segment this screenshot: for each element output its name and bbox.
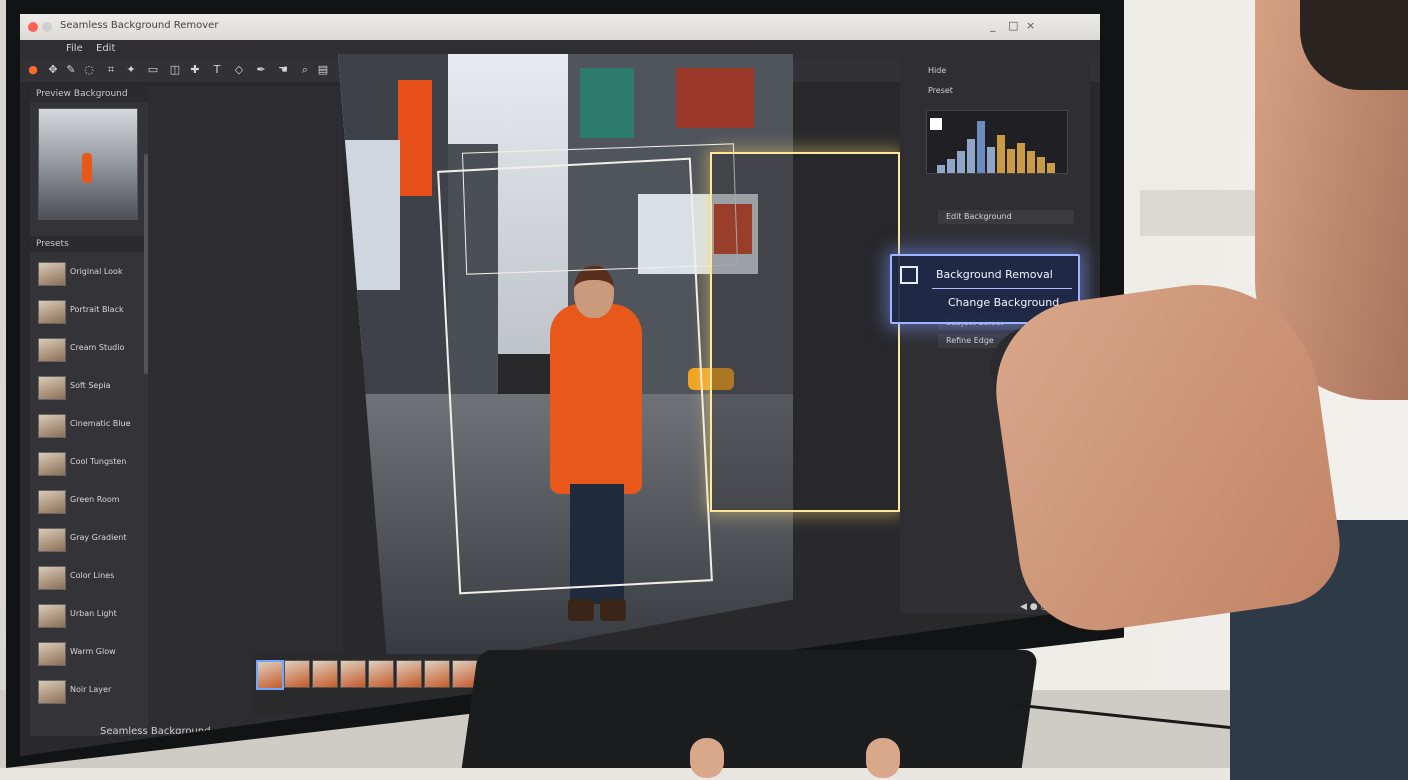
layer-label: Warm Glow: [70, 647, 116, 656]
canvas-billboard: [676, 68, 754, 128]
film-thumbnail[interactable]: [312, 660, 338, 688]
app-logo-icon: ●: [28, 63, 38, 76]
list-item[interactable]: Cream Studio: [38, 338, 142, 362]
layer-thumbnail: [38, 604, 66, 628]
background-removal-option[interactable]: Background Removal: [936, 268, 1053, 281]
subject-boot: [600, 599, 626, 621]
pen-icon[interactable]: ✒: [254, 63, 268, 77]
layer-thumbnail: [38, 414, 66, 438]
left-panel: Preview Background Presets Original Look…: [30, 86, 148, 736]
film-thumbnail[interactable]: [284, 660, 310, 688]
subject-boot: [568, 599, 594, 621]
selection-guide: [461, 143, 739, 275]
hand-icon[interactable]: ☚: [276, 63, 290, 77]
layer-thumbnail: [38, 642, 66, 666]
panel-title: Preset: [928, 86, 953, 95]
layer-thumbnail: [38, 490, 66, 514]
layer-label: Green Room: [70, 495, 120, 504]
menu-file[interactable]: File: [66, 43, 83, 54]
workspace-background: [148, 86, 343, 736]
list-item[interactable]: Warm Glow: [38, 642, 142, 666]
preview-thumbnail[interactable]: [38, 108, 138, 220]
preview-header: Preview Background: [30, 86, 148, 102]
layer-label: Portrait Black: [70, 305, 124, 314]
presets-header: Presets: [30, 236, 148, 252]
layer-label: Urban Light: [70, 609, 117, 618]
film-thumbnail[interactable]: [396, 660, 422, 688]
wand-icon[interactable]: ✦: [124, 63, 138, 77]
minimize-button[interactable]: _: [990, 19, 996, 32]
minimize-dot-icon[interactable]: [42, 22, 52, 32]
typing-fingers: [690, 738, 920, 778]
layer-label: Gray Gradient: [70, 533, 127, 542]
section-title: Edit Background: [938, 210, 1074, 224]
heal-icon[interactable]: ✚: [188, 63, 202, 77]
layer-label: Noir Layer: [70, 685, 112, 694]
brush-icon[interactable]: ✎: [64, 63, 78, 77]
crop-icon: [900, 266, 918, 284]
list-item[interactable]: Color Lines: [38, 566, 142, 590]
layer-thumbnail: [38, 338, 66, 362]
list-item[interactable]: Cool Tungsten: [38, 452, 142, 476]
list-item[interactable]: Soft Sepia: [38, 376, 142, 400]
layer-thumbnail: [38, 566, 66, 590]
window-titlebar: Seamless Background Remover _ □ ×: [20, 14, 1100, 40]
layer-thumbnail: [38, 300, 66, 324]
list-item[interactable]: Original Look: [38, 262, 142, 286]
film-thumbnail[interactable]: [424, 660, 450, 688]
color-swatch[interactable]: [930, 118, 942, 130]
shape-icon[interactable]: ◇: [232, 63, 246, 77]
stamp-icon[interactable]: ◫: [168, 63, 182, 77]
film-thumbnail[interactable]: [368, 660, 394, 688]
close-dot-icon[interactable]: [28, 22, 38, 32]
eraser-icon[interactable]: ▭: [146, 63, 160, 77]
film-thumbnail[interactable]: [256, 660, 284, 690]
list-item[interactable]: Noir Layer: [38, 680, 142, 704]
close-button[interactable]: ×: [1026, 19, 1035, 32]
layer-thumbnail: [38, 262, 66, 286]
layer-label: Cream Studio: [70, 343, 125, 352]
list-item[interactable]: Cinematic Blue: [38, 414, 142, 438]
highlight-frame: [710, 152, 900, 512]
panel-top-title: Hide: [928, 66, 947, 75]
preview-subject: [82, 153, 93, 183]
menu-edit[interactable]: Edit: [96, 43, 115, 54]
layer-label: Cool Tungsten: [70, 457, 127, 466]
canvas-billboard: [580, 68, 634, 138]
layer-thumbnail: [38, 452, 66, 476]
histogram: [926, 110, 1068, 174]
layer-thumbnail: [38, 376, 66, 400]
list-item[interactable]: Urban Light: [38, 604, 142, 628]
layer-thumbnail: [38, 680, 66, 704]
canvas-billboard: [398, 80, 432, 196]
crop-icon[interactable]: ⌗: [104, 63, 118, 77]
list-item[interactable]: Gray Gradient: [38, 528, 142, 552]
film-thumbnail[interactable]: [340, 660, 366, 688]
status-text: Seamless Background...: [100, 726, 221, 737]
layer-label: Cinematic Blue: [70, 419, 131, 428]
maximize-button[interactable]: □: [1008, 19, 1018, 32]
list-item[interactable]: Portrait Black: [38, 300, 142, 324]
popup-divider: [932, 288, 1072, 289]
list-item[interactable]: Green Room: [38, 490, 142, 514]
window-title: Seamless Background Remover: [60, 20, 219, 31]
layer-label: Color Lines: [70, 571, 115, 580]
lasso-icon[interactable]: ◌: [82, 63, 96, 77]
change-background-option[interactable]: Change Background: [948, 296, 1059, 309]
canvas-billboard: [344, 140, 400, 290]
layer-label: Original Look: [70, 267, 123, 276]
text-icon[interactable]: T: [210, 63, 224, 77]
layer-thumbnail: [38, 528, 66, 552]
app-window: Seamless Background Remover _ □ × File E…: [20, 14, 1100, 756]
move-icon[interactable]: ✥: [46, 63, 60, 77]
gradient-icon[interactable]: ▤: [316, 63, 330, 77]
layer-label: Soft Sepia: [70, 381, 111, 390]
zoom-icon[interactable]: ⌕: [298, 63, 312, 77]
